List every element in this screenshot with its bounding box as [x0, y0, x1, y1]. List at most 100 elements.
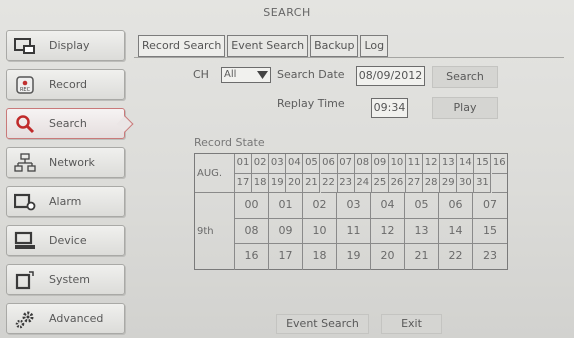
exit-button[interactable]: Exit: [381, 314, 442, 334]
day-cell[interactable]: 12: [423, 154, 441, 174]
day-cell[interactable]: 07: [337, 154, 355, 174]
day-cell[interactable]: 06: [320, 154, 338, 174]
record-icon: REC: [13, 74, 37, 96]
ch-label: CH: [193, 68, 209, 81]
ch-select[interactable]: All: [221, 67, 271, 83]
sidebar-item-network[interactable]: Network: [6, 147, 125, 178]
day-label: 9th: [195, 193, 235, 270]
hour-cell[interactable]: 14: [439, 218, 473, 245]
chevron-down-icon[interactable]: [254, 68, 270, 82]
network-icon: [13, 152, 37, 174]
day-cell[interactable]: 15: [474, 154, 492, 174]
sidebar-item-system[interactable]: System: [6, 264, 125, 295]
hour-cell[interactable]: 09: [269, 218, 303, 245]
day-cell[interactable]: 04: [286, 154, 304, 174]
day-cell[interactable]: 03: [269, 154, 287, 174]
hour-cell[interactable]: 11: [337, 218, 371, 245]
day-cell[interactable]: 19: [269, 173, 287, 193]
month-label: AUG.: [195, 154, 235, 193]
sidebar-item-device[interactable]: Device: [6, 225, 125, 256]
tab-event-search[interactable]: Event Search: [227, 35, 309, 57]
tab-log[interactable]: Log: [360, 35, 389, 57]
sidebar-item-advanced[interactable]: Advanced: [6, 303, 125, 334]
hour-cell[interactable]: 05: [405, 193, 439, 219]
sidebar-item-display[interactable]: Display: [6, 30, 125, 61]
record-state-title: Record State: [194, 136, 265, 149]
day-cell[interactable]: 09: [371, 154, 389, 174]
day-cell[interactable]: 08: [354, 154, 372, 174]
day-cell[interactable]: 16: [491, 154, 507, 174]
day-cell[interactable]: 23: [337, 173, 355, 193]
hour-cell[interactable]: 01: [269, 193, 303, 219]
active-indicator: [116, 115, 134, 133]
sidebar-item-label: Network: [49, 156, 95, 169]
day-cell[interactable]: [491, 174, 507, 193]
sidebar-item-search[interactable]: Search: [6, 108, 134, 139]
day-cell[interactable]: 20: [286, 173, 304, 193]
hour-cell[interactable]: 12: [371, 218, 405, 245]
day-cell[interactable]: 11: [406, 154, 424, 174]
hour-cell[interactable]: 19: [337, 244, 371, 270]
day-cell[interactable]: 18: [252, 173, 270, 193]
day-cell[interactable]: 14: [457, 154, 475, 174]
hour-cell[interactable]: 17: [269, 244, 303, 270]
day-cell[interactable]: 26: [388, 173, 406, 193]
sidebar-item-record[interactable]: REC Record: [6, 69, 125, 100]
day-cell[interactable]: 25: [371, 173, 389, 193]
event-search-button[interactable]: Event Search: [276, 314, 369, 334]
hour-cell[interactable]: 16: [235, 244, 269, 270]
hour-cell[interactable]: 07: [473, 193, 507, 219]
display-icon: [13, 35, 37, 57]
hour-cell[interactable]: 10: [303, 218, 337, 245]
day-cell[interactable]: 10: [388, 154, 406, 174]
replay-time-field[interactable]: 09:34: [371, 98, 408, 118]
day-cell[interactable]: 02: [252, 154, 270, 174]
hour-cell[interactable]: 13: [405, 218, 439, 245]
day-cell[interactable]: 13: [440, 154, 458, 174]
sidebar-item-label: Record: [49, 78, 88, 91]
hour-cell[interactable]: 23: [473, 244, 507, 270]
alarm-icon: [13, 191, 37, 213]
day-cell[interactable]: 17: [235, 173, 253, 193]
search-date-field[interactable]: 08/09/2012: [356, 66, 425, 86]
sidebar-item-label: Display: [49, 39, 90, 52]
search-button[interactable]: Search: [432, 66, 498, 88]
hour-cell[interactable]: 06: [439, 193, 473, 219]
day-cell[interactable]: 21: [303, 173, 321, 193]
hour-cell[interactable]: 00: [235, 193, 269, 219]
day-cell[interactable]: 01: [235, 154, 253, 174]
hour-cell[interactable]: 08: [235, 218, 269, 245]
hour-cell[interactable]: 22: [439, 244, 473, 270]
hour-cell[interactable]: 20: [371, 244, 405, 270]
hour-cell[interactable]: 02: [303, 193, 337, 219]
search-date-label: Search Date: [277, 68, 345, 81]
ch-select-value: All: [224, 69, 237, 80]
day-cell[interactable]: 28: [423, 173, 441, 193]
day-cell[interactable]: 22: [320, 173, 338, 193]
search-window: SEARCH Display REC Record Search Network…: [0, 0, 574, 338]
tab-backup[interactable]: Backup: [310, 35, 359, 57]
sidebar-item-label: System: [49, 273, 91, 286]
day-cell[interactable]: 30: [457, 173, 475, 193]
play-button[interactable]: Play: [432, 97, 498, 119]
system-icon: [13, 269, 37, 291]
day-cell[interactable]: 05: [303, 154, 321, 174]
hour-cell[interactable]: 21: [405, 244, 439, 270]
hour-cell[interactable]: 18: [303, 244, 337, 270]
sidebar-item-label: Advanced: [49, 312, 104, 325]
hour-cell[interactable]: 04: [371, 193, 405, 219]
device-icon: [13, 230, 37, 252]
day-cell[interactable]: 31: [474, 173, 492, 193]
record-state-table: AUG. 9th 01 02 03 04 05 06 07 08 09 10 11 12 13 14 15 1…: [194, 153, 508, 270]
day-cell[interactable]: 24: [354, 173, 372, 193]
day-cell[interactable]: 27: [406, 173, 424, 193]
day-cell[interactable]: 29: [440, 173, 458, 193]
svg-text:REC: REC: [20, 87, 31, 93]
search-icon: [13, 113, 37, 135]
sidebar-item-alarm[interactable]: Alarm: [6, 186, 125, 217]
sidebar-item-label: Device: [49, 234, 87, 247]
sidebar-item-label: Search: [49, 117, 87, 130]
hour-cell[interactable]: 15: [473, 219, 507, 245]
tab-record-search[interactable]: Record Search: [138, 35, 226, 57]
hour-cell[interactable]: 03: [337, 193, 371, 219]
